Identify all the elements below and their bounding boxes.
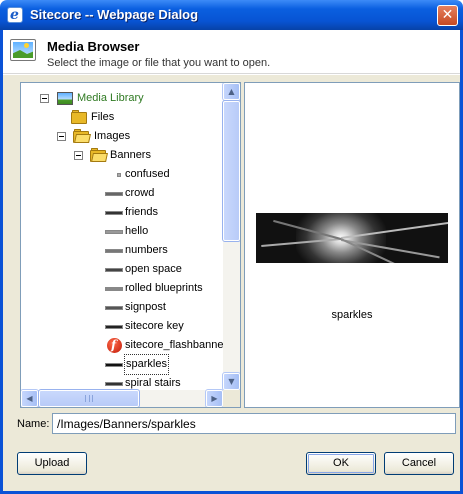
tree-item-files[interactable]: Files (21, 108, 223, 127)
tree-item-images[interactable]: Images (21, 127, 223, 146)
thumbnail-icon (105, 192, 123, 196)
thumbnail-icon (105, 382, 123, 386)
tree-item-label: signpost (125, 301, 166, 313)
scroll-down-button[interactable]: ▼ (222, 372, 240, 391)
tree-item-banners[interactable]: Banners (21, 146, 223, 165)
tree-item[interactable]: sitecore key (21, 317, 223, 336)
tree-item[interactable]: signpost (21, 298, 223, 317)
dialog-subtitle: Select the image or file that you want t… (47, 57, 271, 69)
window-title: Sitecore -- Webpage Dialog (30, 7, 199, 22)
window-frame: Media Browser Select the image or file t… (0, 30, 463, 494)
tree-item-label: Images (94, 130, 131, 142)
dialog-content: Media Browser Select the image or file t… (3, 30, 460, 491)
name-field[interactable] (52, 413, 456, 434)
dialog-title: Media Browser (47, 39, 140, 54)
collapse-icon[interactable] (40, 94, 49, 103)
folder-icon (71, 110, 88, 124)
tree-item-label: open space (125, 263, 182, 275)
thumbnail-icon (105, 211, 123, 215)
folder-open-icon (73, 129, 91, 143)
ok-button[interactable]: OK (306, 452, 376, 475)
cancel-button[interactable]: Cancel (384, 452, 454, 475)
scrollbar-corner (223, 390, 240, 407)
scroll-right-button[interactable]: ▶ (205, 389, 224, 407)
tree-item[interactable]: crowd (21, 184, 223, 203)
tree-item-label: sitecore_flashbanne (125, 339, 224, 351)
dialog-body: Media Library Files Images Banners confu… (3, 75, 460, 491)
thumbnail-icon (105, 363, 123, 367)
tree-item[interactable]: numbers (21, 241, 223, 260)
close-button[interactable]: ✕ (437, 5, 458, 26)
media-tree-panel: Media Library Files Images Banners confu… (20, 82, 241, 408)
tree-item-label: Banners (110, 149, 151, 161)
tree-item-media-library[interactable]: Media Library (21, 89, 223, 108)
tree-item-label: Files (91, 111, 115, 123)
tree-item[interactable]: rolled blueprints (21, 279, 223, 298)
tree-item[interactable]: sparkles (21, 354, 223, 375)
tree-item[interactable]: friends (21, 203, 223, 222)
preview-caption: sparkles (331, 309, 373, 321)
name-label: Name: (17, 418, 50, 430)
internet-explorer-icon: e (7, 7, 23, 23)
preview-panel: sparkles (244, 82, 460, 408)
tree-item-label: numbers (125, 244, 168, 256)
tree-item-label: crowd (125, 187, 155, 199)
dialog-header: Media Browser Select the image or file t… (3, 30, 460, 74)
tree-item-label: friends (125, 206, 159, 218)
tree-item-label: sparkles (124, 354, 169, 375)
thumbnail-icon (105, 306, 123, 310)
collapse-icon[interactable] (57, 132, 66, 141)
tree-item[interactable]: hello (21, 222, 223, 241)
tree-item-label: confused (125, 168, 170, 180)
tree-vertical-scrollbar[interactable]: ▲ ▼ (222, 83, 240, 391)
title-bar[interactable]: e Sitecore -- Webpage Dialog ✕ (0, 0, 463, 30)
tree-item-label: Media Library (77, 92, 144, 104)
tree-item-label: sitecore key (125, 320, 184, 332)
collapse-icon[interactable] (74, 151, 83, 160)
thumbnail-icon (105, 268, 123, 272)
thumbnail-icon (117, 173, 121, 177)
thumbnail-icon (105, 325, 123, 329)
flash-icon (107, 336, 122, 355)
tree-horizontal-scrollbar[interactable]: ◀ ▶ (21, 389, 224, 407)
preview-image (256, 213, 448, 263)
tree-item[interactable]: sitecore_flashbanne (21, 336, 223, 355)
media-browser-icon (10, 39, 36, 61)
tree-item-label: hello (125, 225, 149, 237)
upload-button[interactable]: Upload (17, 452, 87, 475)
folder-open-icon (90, 148, 108, 162)
horizontal-scroll-thumb[interactable] (38, 389, 140, 407)
scroll-left-button[interactable]: ◀ (21, 389, 39, 407)
tree-item[interactable]: confused (21, 165, 223, 184)
tree-item-label: rolled blueprints (125, 282, 203, 294)
vertical-scroll-thumb[interactable] (222, 100, 240, 242)
thumbnail-icon (105, 287, 123, 291)
thumbnail-icon (105, 230, 123, 234)
scroll-up-button[interactable]: ▲ (222, 83, 240, 101)
tree-item[interactable]: open space (21, 260, 223, 279)
thumbnail-icon (105, 249, 123, 253)
media-library-icon (57, 92, 73, 105)
